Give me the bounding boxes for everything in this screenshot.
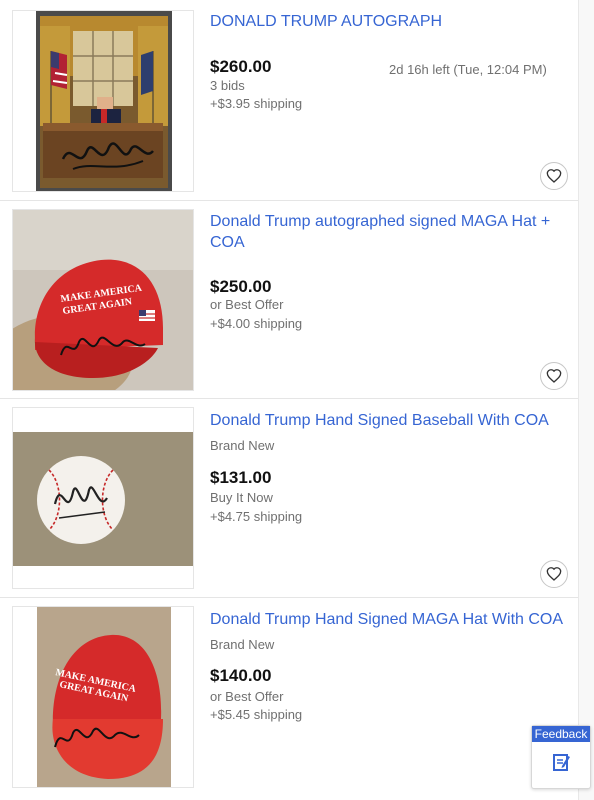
listing-price: $140.00 [210, 666, 272, 685]
scrollbar[interactable] [578, 0, 594, 800]
item-condition: Brand New [210, 637, 275, 652]
listing-item[interactable]: MAKE AMERICA GREAT AGAIN Donald Trump au… [0, 201, 578, 399]
red-maga-hat-photo-icon: MAKE AMERICA GREAT AGAIN [13, 210, 193, 390]
listing-price: $260.00 [210, 57, 272, 76]
shipping-cost: +$4.00 shipping [210, 316, 303, 331]
listing-price: $250.00 [210, 277, 272, 296]
watch-heart-button[interactable] [540, 362, 568, 390]
listing-title[interactable]: Donald Trump autographed signed MAGA Hat… [210, 211, 564, 253]
watch-heart-button[interactable] [540, 560, 568, 588]
shipping-cost: +$3.95 shipping [210, 96, 303, 111]
time-left: 2d 16h left (Tue, 12:04 PM) [389, 62, 547, 77]
heart-icon [546, 169, 562, 183]
listing-item[interactable]: Donald Trump Hand Signed Baseball With C… [0, 399, 578, 598]
buying-format: Buy It Now [210, 490, 273, 505]
listing-item[interactable]: MAKE AMERICA GREAT AGAIN Donald Trump Ha… [0, 598, 578, 800]
red-maga-hat-photo-icon: MAKE AMERICA GREAT AGAIN [13, 607, 193, 787]
edit-note-icon [532, 752, 590, 772]
listing-item[interactable]: DONALD TRUMP AUTOGRAPH $260.00 2d 16h le… [0, 0, 578, 201]
buying-format: or Best Offer [210, 297, 284, 312]
item-condition: Brand New [210, 438, 275, 453]
heart-icon [546, 369, 562, 383]
buying-format: or Best Offer [210, 689, 284, 704]
signed-baseball-photo-icon [13, 408, 193, 588]
listing-image[interactable]: MAKE AMERICA GREAT AGAIN [12, 209, 194, 391]
listing-title[interactable]: DONALD TRUMP AUTOGRAPH [210, 11, 564, 32]
oval-office-photo-icon [13, 11, 193, 191]
listing-title[interactable]: Donald Trump Hand Signed MAGA Hat With C… [210, 609, 564, 630]
listing-image[interactable] [12, 10, 194, 192]
listing-image[interactable] [12, 407, 194, 589]
feedback-label: Feedback [532, 726, 590, 742]
listing-price: $131.00 [210, 468, 272, 487]
watch-heart-button[interactable] [540, 162, 568, 190]
bid-count: 3 bids [210, 78, 245, 93]
heart-icon [546, 567, 562, 581]
listing-title[interactable]: Donald Trump Hand Signed Baseball With C… [210, 410, 564, 431]
listing-image[interactable]: MAKE AMERICA GREAT AGAIN [12, 606, 194, 788]
feedback-button[interactable]: Feedback [531, 725, 591, 789]
shipping-cost: +$5.45 shipping [210, 707, 303, 722]
shipping-cost: +$4.75 shipping [210, 509, 303, 524]
